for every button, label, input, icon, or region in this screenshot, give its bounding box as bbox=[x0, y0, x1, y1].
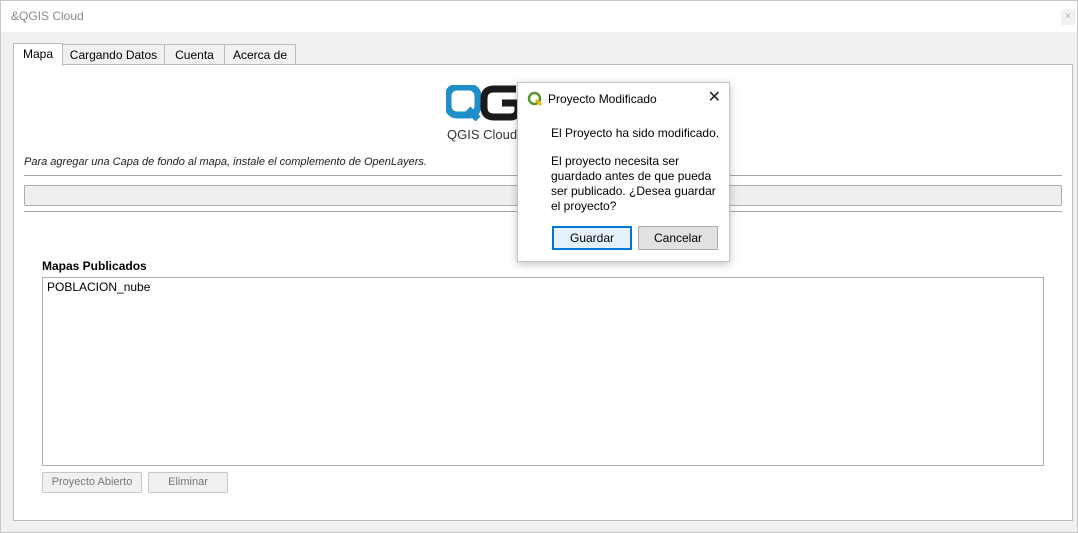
tab-mapa[interactable]: Mapa bbox=[13, 43, 63, 66]
tab-cargando-datos[interactable]: Cargando Datos bbox=[62, 44, 165, 65]
window-close-button[interactable]: × bbox=[1061, 9, 1075, 25]
open-project-button[interactable]: Proyecto Abierto bbox=[42, 472, 142, 493]
logo-caption: QGIS Cloud bbox=[447, 127, 518, 142]
dialog-message-modified: El Proyecto ha sido modificado. bbox=[551, 126, 720, 140]
list-item[interactable]: POBLACION_nube bbox=[47, 280, 150, 294]
qgis-cloud-window: &QGIS Cloud × Mapa Cargando Datos Cuenta… bbox=[0, 0, 1078, 533]
dialog-titlebar: Proyecto Modificado ✕ bbox=[518, 83, 729, 114]
published-maps-label: Mapas Publicados bbox=[42, 259, 147, 273]
delete-button[interactable]: Eliminar bbox=[148, 472, 228, 493]
dialog-title: Proyecto Modificado bbox=[548, 92, 657, 106]
window-title: &QGIS Cloud bbox=[11, 9, 84, 23]
close-icon[interactable]: ✕ bbox=[708, 89, 721, 107]
dialog-message-save-prompt: El proyecto necesita ser guardado antes … bbox=[551, 154, 716, 213]
cancel-button[interactable]: Cancelar bbox=[638, 226, 718, 250]
save-button[interactable]: Guardar bbox=[552, 226, 632, 250]
openlayers-info-text: Para agregar una Capa de fondo al mapa, … bbox=[24, 156, 427, 168]
tab-cuenta[interactable]: Cuenta bbox=[164, 44, 225, 65]
project-modified-dialog: Proyecto Modificado ✕ El Proyecto ha sid… bbox=[517, 82, 730, 262]
published-maps-list[interactable]: POBLACION_nube bbox=[42, 277, 1044, 466]
tab-acerca-de[interactable]: Acerca de bbox=[224, 44, 296, 65]
window-titlebar: &QGIS Cloud × bbox=[1, 1, 1077, 32]
qgis-icon bbox=[527, 91, 543, 107]
